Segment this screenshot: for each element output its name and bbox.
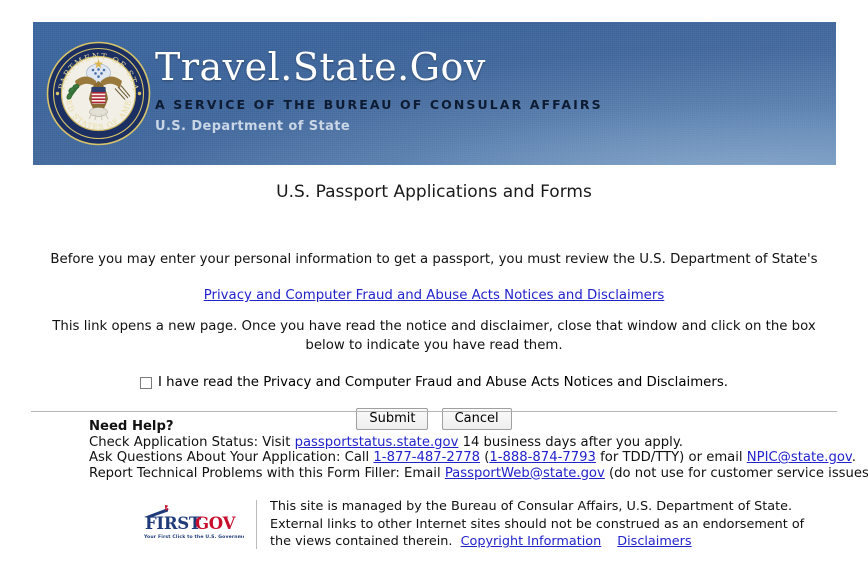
npic-email-link[interactable]: NPIC@state.gov	[747, 450, 852, 465]
site-tagline: A SERVICE OF THE BUREAU OF CONSULAR AFFA…	[155, 97, 603, 112]
page-title: U.S. Passport Applications and Forms	[276, 182, 592, 202]
department-of-state-seal-icon: DEPARTMENT OF STATE UNITED STATES OF AME…	[42, 33, 151, 146]
privacy-link-row: Privacy and Computer Fraud and Abuse Act…	[0, 284, 868, 303]
privacy-notice-link[interactable]: Privacy and Computer Fraud and Abuse Act…	[204, 288, 665, 303]
svg-text:GOV: GOV	[195, 514, 237, 533]
footer-vertical-divider	[256, 500, 257, 549]
instructions-paragraph: This link opens a new page. Once you hav…	[52, 319, 816, 353]
phone-tdd-suffix-text: for TDD/TTY) or email	[595, 450, 747, 465]
passportweb-email-link[interactable]: PassportWeb@state.gov	[445, 466, 605, 481]
consent-label: I have read the Privacy and Computer Fra…	[158, 375, 728, 390]
technical-suffix-text: (do not use for customer service issues)…	[604, 465, 868, 481]
footer-line3-prefix: the views contained therein.	[270, 534, 453, 549]
site-agency: U.S. Department of State	[155, 119, 351, 134]
footer-line-1: This site is managed by the Bureau of Co…	[270, 499, 793, 514]
help-line-questions: Ask Questions About Your Application: Ca…	[89, 450, 868, 466]
disclaimers-link[interactable]: Disclaimers	[617, 534, 691, 549]
site-banner: DEPARTMENT OF STATE UNITED STATES OF AME…	[33, 22, 836, 165]
copyright-information-link[interactable]: Copyright Information	[461, 534, 602, 549]
site-title: Travel.State.Gov	[155, 45, 486, 89]
passportstatus-link[interactable]: passportstatus.state.gov	[295, 435, 459, 450]
help-line-status: Check Application Status: Visit passport…	[89, 435, 868, 451]
footer-line-3: the views contained therein. Copyright I…	[270, 533, 804, 551]
technical-prefix-text: Report Technical Problems with this Form…	[89, 465, 445, 481]
firstgov-logo-icon[interactable]: FIRST GOV Your First Click to the U.S. G…	[138, 502, 252, 544]
site-footer: FIRST GOV Your First Click to the U.S. G…	[138, 498, 804, 551]
footer-line-2: External links to other Internet sites s…	[270, 516, 805, 532]
svg-text:FIRST: FIRST	[145, 514, 202, 533]
phone-open-paren-text: (	[480, 450, 490, 465]
questions-end-text: .	[851, 450, 856, 465]
intro-paragraph: Before you may enter your personal infor…	[50, 252, 818, 267]
section-divider	[31, 411, 837, 412]
main-content: Before you may enter your personal infor…	[0, 250, 868, 430]
phone-tdd-link[interactable]: 1-888-874-7793	[489, 450, 596, 465]
footer-text-block: This site is managed by the Bureau of Co…	[270, 498, 804, 551]
status-suffix-text: 14 business days after you apply.	[458, 434, 683, 450]
phone-main-link[interactable]: 1-877-487-2778	[373, 450, 480, 465]
need-help-section: Need Help? Check Application Status: Vis…	[89, 419, 868, 481]
questions-prefix-text: Ask Questions About Your Application: Ca…	[89, 450, 374, 465]
banner-text-block: Travel.State.Gov A SERVICE OF THE BUREAU…	[155, 45, 603, 134]
consent-checkbox[interactable]	[140, 377, 152, 389]
status-prefix-text: Check Application Status: Visit	[89, 434, 295, 450]
help-line-technical: Report Technical Problems with this Form…	[89, 466, 868, 482]
need-help-heading: Need Help?	[89, 419, 174, 434]
consent-row[interactable]: I have read the Privacy and Computer Fra…	[0, 374, 868, 392]
svg-text:Your First Click to the U.S. G: Your First Click to the U.S. Government	[143, 534, 244, 540]
